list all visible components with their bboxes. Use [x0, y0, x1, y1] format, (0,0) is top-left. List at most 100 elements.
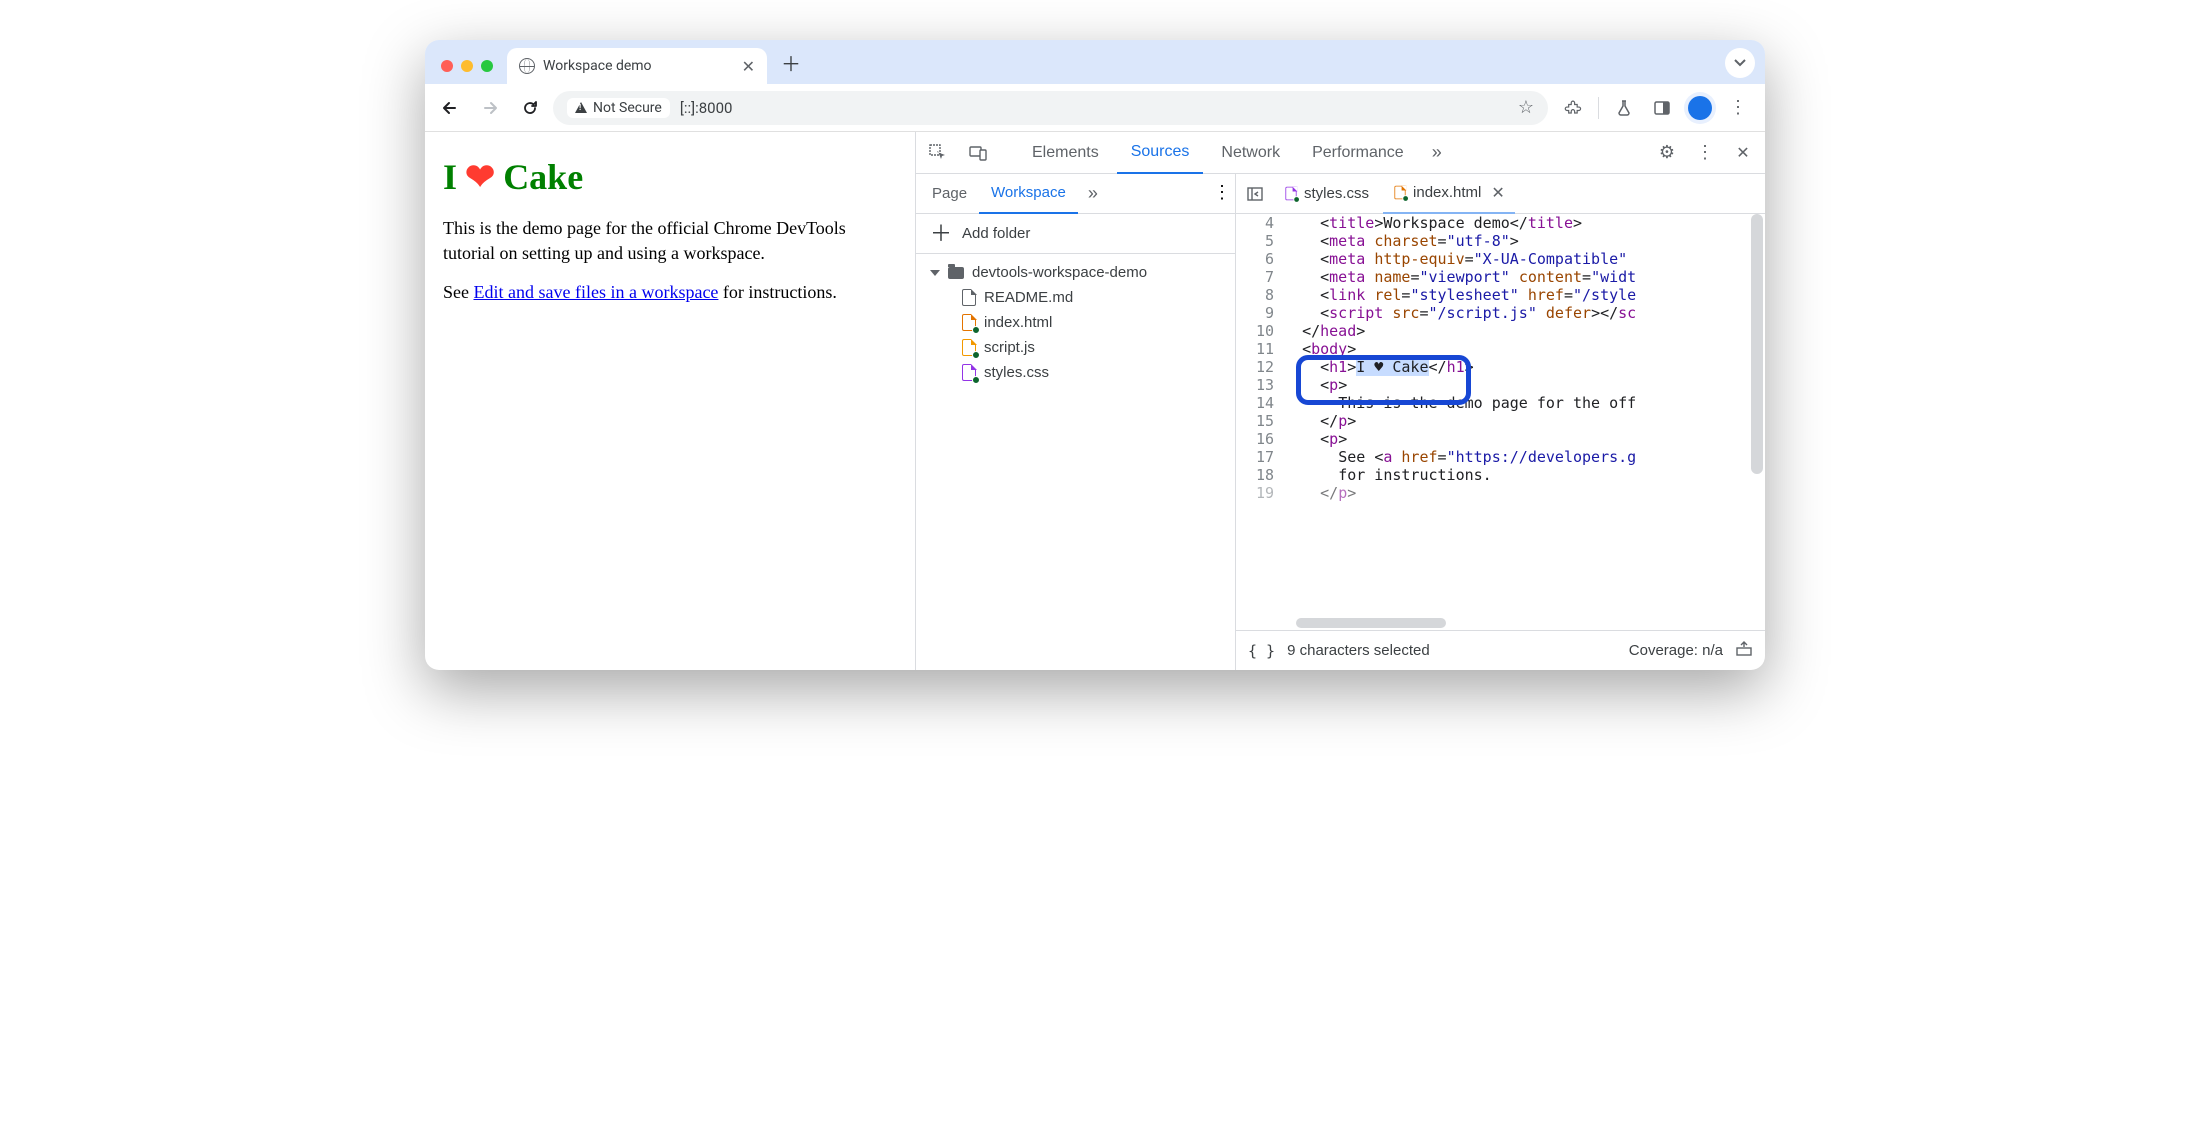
- chrome-menu-button[interactable]: [1723, 93, 1753, 123]
- chevron-right-icon: [1088, 183, 1098, 203]
- avatar-icon: [1688, 96, 1712, 120]
- tab-sources[interactable]: Sources: [1117, 132, 1204, 174]
- window-close-button[interactable]: [441, 60, 453, 72]
- chevron-right-icon: [1432, 142, 1442, 162]
- file-label: index.html: [984, 314, 1052, 331]
- file-tree: devtools-workspace-demo README.md index.…: [916, 254, 1235, 670]
- browser-window: Workspace demo ✕ ＋ Not Secure [::]:8000 …: [425, 40, 1765, 670]
- security-label: Not Secure: [593, 100, 662, 116]
- url-toolbar: Not Secure [::]:8000 ☆: [425, 84, 1765, 132]
- horizontal-scrollbar-track: [1236, 616, 1765, 630]
- show-drawer-button[interactable]: [1735, 640, 1753, 662]
- navigator-tabs: Page Workspace: [916, 174, 1235, 214]
- kebab-icon: [1213, 190, 1231, 196]
- kebab-icon: [1729, 106, 1747, 110]
- page-paragraph-2: See Edit and save files in a workspace f…: [443, 280, 897, 305]
- code-viewport: 4 <title>Workspace demo</title> 5 <meta …: [1236, 214, 1765, 502]
- file-html-icon: [1394, 186, 1405, 200]
- address-bar[interactable]: Not Secure [::]:8000 ☆: [553, 91, 1548, 125]
- kebab-icon: [1696, 150, 1714, 156]
- traffic-lights: [441, 60, 493, 72]
- profile-button[interactable]: [1685, 93, 1715, 123]
- inspect-element-button[interactable]: [920, 135, 956, 171]
- file-html-icon: [962, 314, 976, 331]
- editor-tab-styles[interactable]: styles.css: [1274, 174, 1379, 214]
- navigator-menu-button[interactable]: [1213, 185, 1231, 203]
- arrow-right-icon: [481, 99, 499, 117]
- window-minimize-button[interactable]: [461, 60, 473, 72]
- new-tab-button[interactable]: ＋: [777, 48, 805, 76]
- sources-navigator: Page Workspace ＋ Add folder devtools-: [916, 174, 1236, 670]
- editor-tab-index[interactable]: index.html ✕: [1383, 174, 1515, 214]
- tree-file-styles[interactable]: styles.css: [916, 360, 1235, 385]
- globe-icon: [519, 58, 535, 74]
- flask-icon: [1615, 99, 1633, 117]
- tab-search-button[interactable]: [1725, 48, 1755, 78]
- devtools-body: Page Workspace ＋ Add folder devtools-: [916, 174, 1765, 670]
- tab-strip: Workspace demo ✕ ＋: [425, 40, 1765, 84]
- toggle-navigator-button[interactable]: [1240, 179, 1270, 209]
- editor-tab-label: index.html: [1413, 184, 1481, 201]
- extensions-button[interactable]: [1558, 93, 1588, 123]
- page-paragraph-1: This is the demo page for the official C…: [443, 216, 897, 266]
- side-panel-button[interactable]: [1647, 93, 1677, 123]
- tree-file-script[interactable]: script.js: [916, 335, 1235, 360]
- add-folder-button[interactable]: ＋ Add folder: [916, 214, 1235, 254]
- page-heading: I ❤ Cake: [443, 156, 897, 198]
- devices-icon: [968, 143, 988, 163]
- chevron-down-icon: [1734, 59, 1746, 67]
- format-code-button[interactable]: { }: [1248, 642, 1275, 660]
- folder-label: devtools-workspace-demo: [972, 264, 1147, 281]
- code-editor[interactable]: 4 <title>Workspace demo</title> 5 <meta …: [1236, 214, 1765, 616]
- more-tabs-button[interactable]: [1426, 142, 1448, 163]
- bookmark-button[interactable]: ☆: [1518, 97, 1534, 118]
- file-label: styles.css: [984, 364, 1049, 381]
- editor-tab-label: styles.css: [1304, 185, 1369, 202]
- panel-icon: [1653, 99, 1671, 117]
- editor-tab-close[interactable]: ✕: [1491, 183, 1504, 203]
- heading-suffix: Cake: [503, 156, 583, 198]
- puzzle-icon: [1564, 99, 1582, 117]
- file-icon: [962, 289, 976, 306]
- devtools-close-button[interactable]: ✕: [1725, 135, 1761, 171]
- webpage-viewport[interactable]: I ❤ Cake This is the demo page for the o…: [425, 132, 915, 670]
- tab-elements[interactable]: Elements: [1018, 132, 1113, 174]
- devtools-menu-button[interactable]: [1687, 135, 1723, 171]
- devtools-tabs: Elements Sources Network Performance ✕: [916, 132, 1765, 174]
- tutorial-link[interactable]: Edit and save files in a workspace: [474, 282, 719, 302]
- browser-tab[interactable]: Workspace demo ✕: [507, 48, 767, 84]
- horizontal-scrollbar[interactable]: [1296, 618, 1446, 628]
- tree-file-readme[interactable]: README.md: [916, 285, 1235, 310]
- selection-status: 9 characters selected: [1287, 642, 1430, 659]
- experiments-button[interactable]: [1609, 93, 1639, 123]
- back-button[interactable]: [433, 91, 467, 125]
- tab-network[interactable]: Network: [1207, 132, 1294, 174]
- tab-performance[interactable]: Performance: [1298, 132, 1418, 174]
- vertical-scrollbar[interactable]: [1751, 214, 1763, 474]
- plus-icon: ＋: [930, 223, 952, 245]
- devtools-panel: Elements Sources Network Performance ✕ P…: [915, 132, 1765, 670]
- folder-icon: [948, 267, 964, 279]
- drawer-icon: [1735, 640, 1753, 658]
- tree-folder[interactable]: devtools-workspace-demo: [916, 260, 1235, 285]
- security-chip[interactable]: Not Secure: [567, 98, 670, 118]
- editor-tabs: styles.css index.html ✕: [1236, 174, 1765, 214]
- navigator-tab-workspace[interactable]: Workspace: [979, 174, 1078, 214]
- file-label: script.js: [984, 339, 1035, 356]
- file-css-icon: [962, 364, 976, 381]
- content-area: I ❤ Cake This is the demo page for the o…: [425, 132, 1765, 670]
- heart-icon: ❤: [465, 156, 495, 198]
- inspect-icon: [928, 143, 948, 163]
- forward-button[interactable]: [473, 91, 507, 125]
- device-toolbar-button[interactable]: [960, 135, 996, 171]
- tree-file-index[interactable]: index.html: [916, 310, 1235, 335]
- navigator-tab-page[interactable]: Page: [920, 174, 979, 214]
- navigator-more-button[interactable]: [1082, 183, 1104, 204]
- arrow-left-icon: [441, 99, 459, 117]
- editor-area: styles.css index.html ✕ 4 <title>Workspa…: [1236, 174, 1765, 670]
- reload-button[interactable]: [513, 91, 547, 125]
- window-zoom-button[interactable]: [481, 60, 493, 72]
- settings-button[interactable]: [1649, 135, 1685, 171]
- extensions-area: [1554, 93, 1757, 123]
- tab-close-button[interactable]: ✕: [742, 57, 755, 76]
